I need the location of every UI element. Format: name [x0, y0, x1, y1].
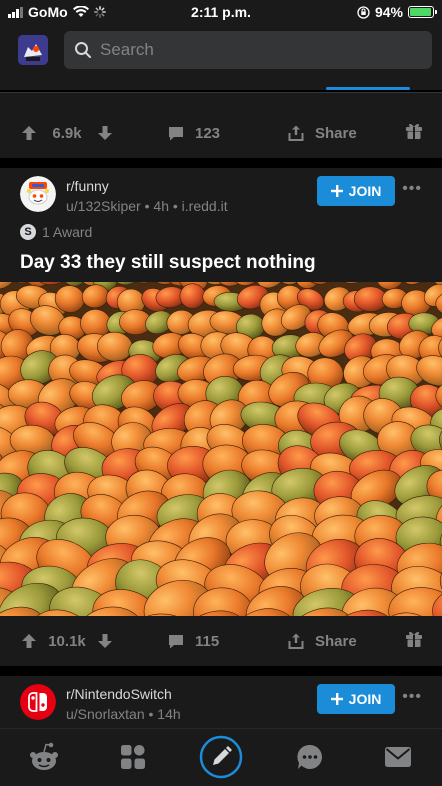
subreddit-name[interactable]: r/funny [66, 178, 109, 194]
next-post-card[interactable]: r/NintendoSwitch u/Snorlaxtan • 14h JOIN… [0, 676, 442, 728]
communities-icon [121, 745, 145, 769]
post-age: 14h [157, 706, 181, 722]
vote-group: 10.1k [20, 632, 114, 650]
post-card[interactable]: r/funny u/132Skiper • 4h • i.redd.it JOI… [0, 168, 442, 282]
funny-subreddit-icon [20, 176, 56, 212]
award-line[interactable]: S 1 Award [20, 224, 92, 240]
join-label: JOIN [348, 183, 382, 199]
share-icon [288, 633, 304, 649]
post-domain[interactable]: i.redd.it [182, 198, 228, 214]
vote-group: 6.9k [20, 124, 114, 142]
upvote-icon[interactable] [20, 124, 38, 142]
subreddit-avatar[interactable] [20, 176, 56, 212]
battery-percent: 94% [374, 4, 403, 20]
orientation-lock-icon [357, 5, 370, 19]
vote-count: 6.9k [52, 124, 82, 142]
nav-chat[interactable] [288, 735, 332, 779]
join-button[interactable]: JOIN [317, 684, 395, 714]
nav-communities[interactable] [111, 735, 155, 779]
share-icon [288, 125, 304, 141]
search-icon [75, 42, 91, 58]
downvote-icon[interactable] [96, 632, 114, 650]
create-post-icon [199, 735, 243, 779]
post-separator [0, 158, 442, 168]
more-options-icon[interactable]: ••• [402, 688, 422, 706]
post-title[interactable]: Day 33 they still suspect nothing [20, 252, 316, 274]
post-action-bar: 10.1k 115 Share [0, 616, 442, 666]
previous-post-action-bar: 6.9k 123 Share [0, 108, 442, 158]
more-options-icon[interactable]: ••• [402, 180, 422, 198]
silver-award-icon: S [20, 224, 36, 240]
post-meta: u/Snorlaxtan • 14h [66, 706, 181, 722]
battery-group: 94% [357, 4, 437, 20]
award-button[interactable] [404, 629, 424, 653]
award-count: 1 Award [42, 224, 93, 240]
comment-icon [169, 126, 183, 140]
comments-button[interactable]: 123 [167, 125, 220, 142]
comment-count: 123 [195, 124, 221, 142]
post-separator [0, 666, 442, 676]
search-input[interactable] [100, 40, 400, 60]
bottom-navigation [0, 728, 442, 786]
share-button[interactable]: Share [287, 632, 357, 650]
share-button[interactable]: Share [287, 124, 357, 142]
plus-icon [330, 693, 343, 705]
top-header [0, 24, 442, 90]
search-bar[interactable] [64, 31, 432, 69]
nav-inbox[interactable] [376, 735, 420, 779]
join-label: JOIN [348, 691, 382, 707]
nav-home[interactable] [22, 735, 66, 779]
comment-icon [169, 634, 183, 648]
plus-icon [330, 185, 343, 197]
previous-post-image-edge [0, 90, 442, 108]
subreddit-name[interactable]: r/NintendoSwitch [66, 686, 172, 702]
gift-icon [406, 631, 422, 647]
award-button[interactable] [404, 121, 424, 145]
home-icon [30, 742, 58, 770]
share-label: Share [315, 124, 357, 142]
mango-pile-photo [0, 282, 442, 616]
join-button[interactable]: JOIN [317, 176, 395, 206]
author-name[interactable]: u/132Skiper [66, 198, 141, 214]
chat-icon [297, 744, 322, 769]
gift-icon [406, 123, 422, 139]
comments-button[interactable]: 115 [167, 633, 219, 650]
battery-icon [408, 6, 437, 18]
post-meta: u/132Skiper • 4h • i.redd.it [66, 198, 228, 214]
share-label: Share [315, 632, 357, 650]
status-bar: GoMo 2:11 p.m. 94% [0, 0, 442, 24]
comment-count: 115 [195, 632, 220, 650]
upvote-icon[interactable] [20, 632, 38, 650]
post-image[interactable] [0, 282, 442, 616]
inbox-icon [385, 747, 411, 767]
snoo-avatar-icon [18, 35, 48, 65]
nav-create-post[interactable] [199, 735, 243, 779]
user-avatar-button[interactable] [18, 35, 48, 65]
downvote-icon[interactable] [96, 124, 114, 142]
nintendo-switch-icon [20, 684, 56, 720]
post-age: 4h [153, 198, 169, 214]
subreddit-avatar[interactable] [20, 684, 56, 720]
author-name[interactable]: u/Snorlaxtan [66, 706, 145, 722]
vote-count: 10.1k [48, 632, 86, 650]
